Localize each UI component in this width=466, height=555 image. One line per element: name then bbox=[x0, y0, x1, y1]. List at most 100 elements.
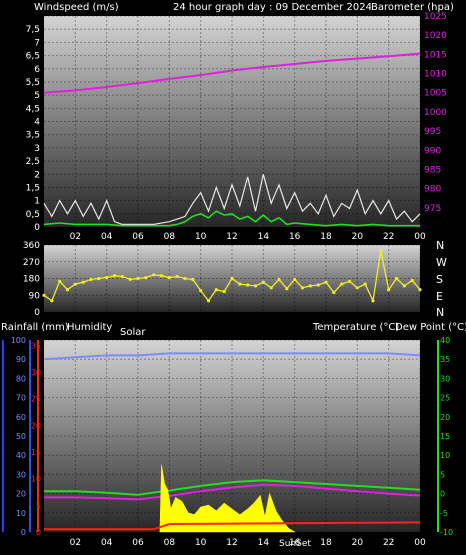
humidity-tick-label: 60 bbox=[16, 413, 26, 422]
wind-direction-point bbox=[230, 276, 234, 281]
wind-direction-point bbox=[402, 284, 406, 288]
x-tick-label: 04 bbox=[101, 232, 113, 242]
wind-direction-point bbox=[340, 282, 344, 286]
wind-direction-point bbox=[308, 284, 312, 288]
barometer-tick-label: 1025 bbox=[424, 12, 447, 22]
windspeed-tick-label: 5,5 bbox=[26, 78, 40, 88]
x-tick-label: 08 bbox=[164, 232, 176, 242]
temperature-tick-label: 40 bbox=[440, 336, 450, 345]
wind-direction-point bbox=[371, 299, 375, 303]
wind-direction-point bbox=[58, 279, 62, 283]
direction-tick-label: 90 bbox=[29, 291, 41, 301]
temperature-tick-label: 10 bbox=[440, 451, 450, 460]
wind-direction-point bbox=[355, 286, 359, 290]
windspeed-tick-label: 3 bbox=[34, 144, 40, 154]
direction-tick-label: 270 bbox=[23, 258, 40, 268]
humidity-y-axis: 0 10 20 30 40 50 60 70 80 90 100 bbox=[11, 336, 26, 537]
x-tick-label: 14 bbox=[258, 232, 270, 242]
x-tick-label: 20 bbox=[352, 232, 364, 242]
windspeed-tick-label: 6 bbox=[34, 65, 40, 75]
temperature-tick-label: 0 bbox=[440, 490, 445, 499]
rainfall-tick-label: 0 bbox=[36, 528, 41, 537]
humidity-tick-label: 0 bbox=[21, 528, 26, 537]
barometer-y-axis: 975 980 985 990 995 1000 1005 1010 1015 1020 1025 bbox=[424, 12, 447, 214]
x-tick-label: 02 bbox=[70, 232, 81, 242]
temperature-tick-label: -5 bbox=[440, 509, 448, 518]
direction-tick-label: 360 bbox=[23, 241, 40, 251]
compass-letter-s: S bbox=[436, 273, 443, 286]
humidity-tick-label: 90 bbox=[16, 355, 26, 364]
windspeed-tick-label: 1,5 bbox=[26, 183, 40, 193]
rainfall-tick-label: 5 bbox=[36, 501, 41, 510]
windspeed-tick-label: 4 bbox=[34, 118, 40, 128]
wind-direction-point bbox=[144, 276, 148, 280]
wind-direction-point bbox=[50, 299, 54, 303]
windspeed-tick-label: 0,5 bbox=[26, 210, 40, 220]
wind-direction-point bbox=[159, 274, 164, 278]
wind-direction-point bbox=[300, 286, 305, 290]
wind-direction-point bbox=[418, 288, 422, 292]
x-tick-label: 06 bbox=[132, 538, 144, 548]
temperature-tick-label: 35 bbox=[440, 355, 450, 364]
wind-direction-point bbox=[293, 277, 297, 281]
temperature-tick-label: 25 bbox=[440, 394, 450, 403]
humidity-axis-title: Humidity bbox=[67, 322, 112, 333]
wind-direction-point bbox=[316, 283, 320, 287]
wind-direction-point bbox=[277, 277, 281, 281]
windspeed-tick-label: 6,5 bbox=[26, 52, 40, 62]
humidity-tick-label: 40 bbox=[16, 451, 26, 460]
wind-direction-point bbox=[112, 274, 117, 278]
compass-letters: N W S E N bbox=[436, 239, 447, 319]
wind-direction-point bbox=[269, 286, 273, 290]
windspeed-tick-label: 7 bbox=[34, 38, 40, 48]
wind-direction-point bbox=[347, 279, 352, 283]
wind-direction-point bbox=[222, 289, 226, 294]
x-tick-label: 00 bbox=[414, 538, 426, 548]
rainfall-y-axis: 0 5 10 15 20 25 30 35 bbox=[31, 341, 41, 537]
wind-direction-point bbox=[42, 293, 46, 297]
windspeed-tick-label: 2 bbox=[34, 170, 40, 180]
rainfall-tick-label: 30 bbox=[31, 368, 41, 377]
weather-graph: Windspeed (m/s) 24 hour graph day : 09 D… bbox=[1, 2, 466, 549]
wind-direction-point bbox=[387, 288, 391, 292]
x-tick-label: 00 bbox=[414, 232, 426, 242]
wind-direction-point bbox=[410, 278, 414, 282]
solar-axis-title: Solar bbox=[120, 327, 146, 338]
rainfall-tick-label: 10 bbox=[31, 475, 41, 484]
rainfall-tick-label: 35 bbox=[31, 341, 41, 350]
dewpoint-axis-title: Dew Point (°C) bbox=[395, 322, 466, 333]
wind-direction-point bbox=[105, 276, 109, 280]
wind-direction-point bbox=[89, 277, 93, 281]
wind-direction-point bbox=[128, 277, 132, 281]
humidity-tick-label: 70 bbox=[16, 394, 26, 403]
temperature-tick-label: 20 bbox=[440, 413, 450, 422]
wind-direction-point bbox=[183, 276, 187, 281]
x-tick-label: 04 bbox=[101, 538, 113, 548]
wind-direction-point bbox=[253, 284, 258, 288]
humidity-tick-label: 100 bbox=[11, 336, 26, 345]
wind-direction-point bbox=[120, 275, 124, 279]
humidity-tick-label: 80 bbox=[16, 374, 26, 383]
temperature-tick-label: 5 bbox=[440, 470, 445, 479]
wind-direction-point bbox=[206, 299, 211, 303]
barometer-tick-label: 1015 bbox=[424, 50, 447, 60]
wind-direction-point bbox=[167, 276, 171, 280]
wind-direction-point bbox=[152, 273, 156, 277]
humidity-tick-label: 30 bbox=[16, 470, 26, 479]
wind-direction-point bbox=[285, 287, 289, 291]
x-tick-label: 22 bbox=[383, 232, 394, 242]
wind-direction-point bbox=[214, 288, 218, 292]
rainfall-tick-label: 25 bbox=[31, 395, 41, 404]
wind-direction-point bbox=[324, 280, 328, 284]
wind-direction-point bbox=[73, 282, 77, 286]
barometer-tick-label: 1000 bbox=[424, 108, 447, 118]
temperature-y-axis: -10 -5 0 5 10 15 20 25 30 35 40 bbox=[440, 336, 453, 537]
x-tick-label: 16 bbox=[289, 232, 301, 242]
windspeed-tick-label: 1 bbox=[34, 197, 40, 207]
x-tick-label: 12 bbox=[226, 232, 237, 242]
wind-direction-point bbox=[363, 282, 367, 286]
barometer-tick-label: 975 bbox=[424, 204, 441, 214]
windspeed-tick-label: 2,5 bbox=[26, 157, 40, 167]
humidity-tick-label: 20 bbox=[16, 490, 26, 499]
wind-direction-point bbox=[394, 276, 399, 281]
